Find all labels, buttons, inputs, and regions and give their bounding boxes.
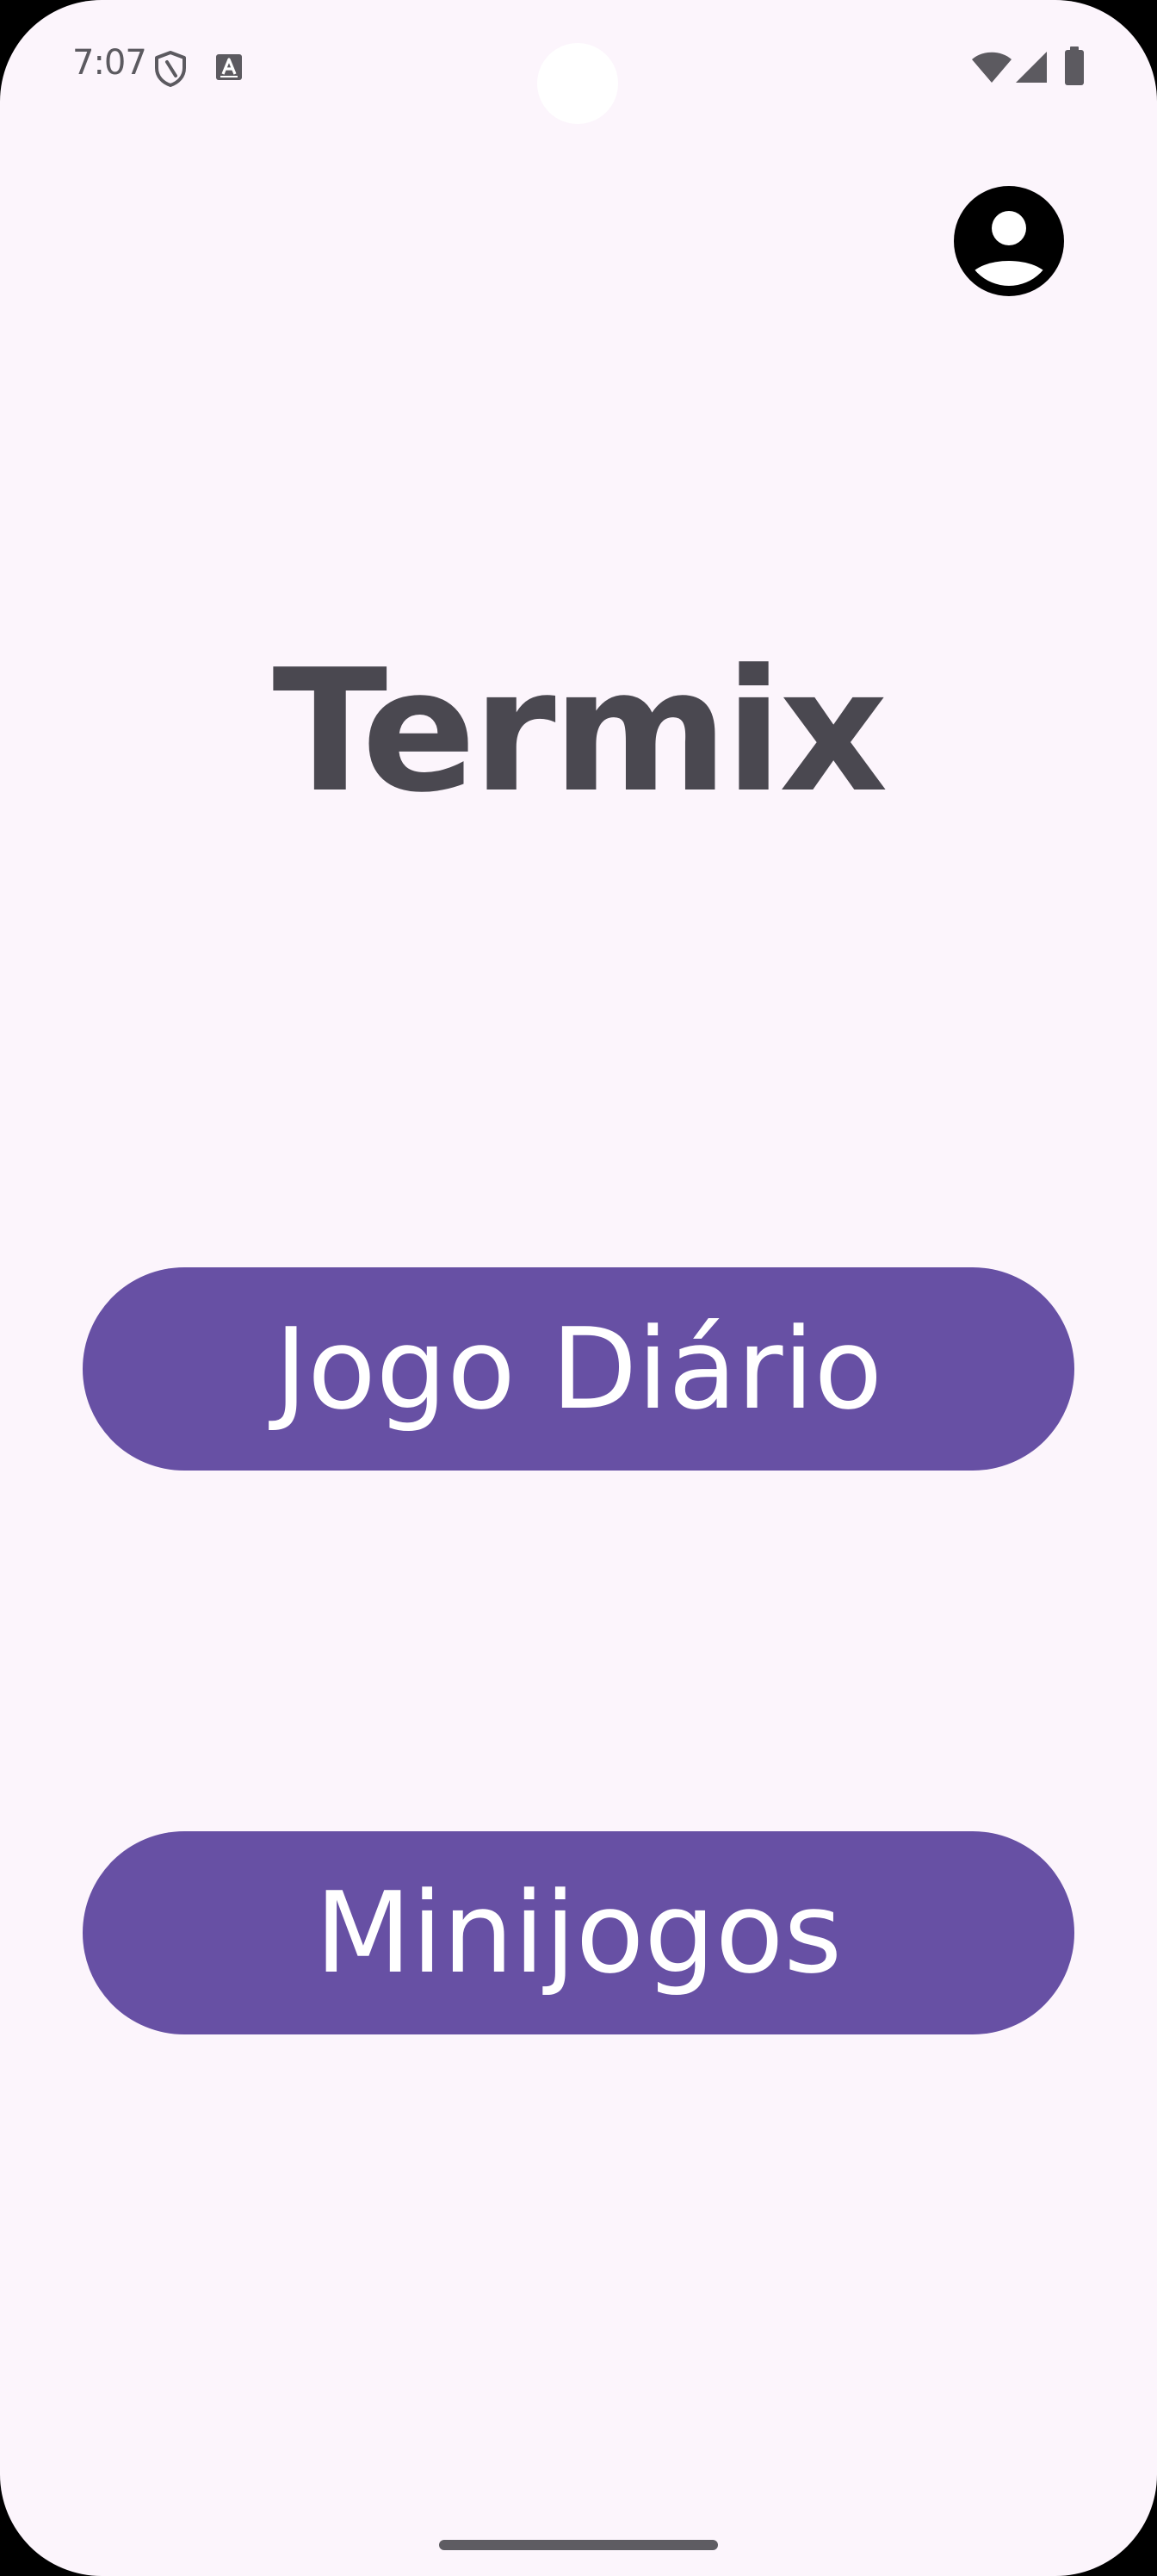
status-bar: 7:07 — [0, 0, 1157, 138]
gesture-navigation-bar[interactable] — [439, 2540, 718, 2550]
daily-game-button[interactable]: Jogo Diário — [83, 1267, 1074, 1471]
account-circle-icon — [954, 186, 1064, 296]
battery-icon — [1065, 46, 1084, 85]
minigames-button[interactable]: Minijogos — [83, 1831, 1074, 2034]
status-time: 7:07 — [72, 43, 147, 83]
app-screen: 7:07 Termix Jogo Diário Minijogos — [0, 0, 1157, 2576]
cellular-signal-icon — [1016, 52, 1047, 83]
camera-cutout — [537, 43, 618, 124]
wifi-icon — [972, 52, 1012, 83]
shield-icon — [155, 51, 186, 87]
app-title: Termix — [272, 634, 888, 830]
profile-button[interactable] — [954, 186, 1064, 296]
keyboard-a-icon — [216, 54, 242, 80]
